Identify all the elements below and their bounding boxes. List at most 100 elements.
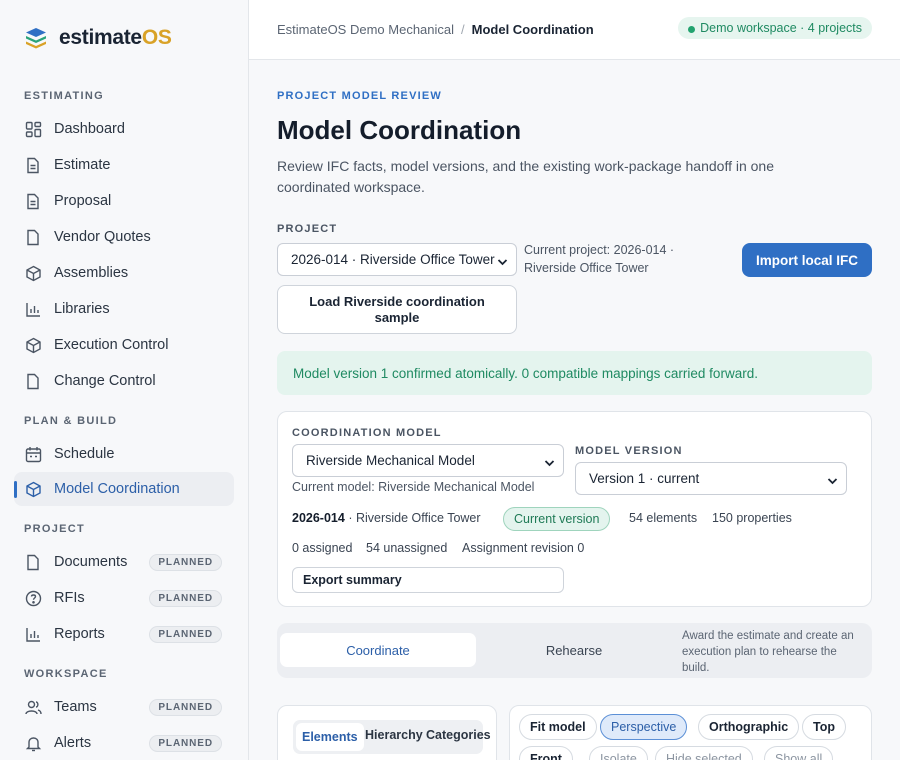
element-browser-panel: Elements Hierarchy Categories [277,705,497,760]
front-view-button[interactable]: Front [519,746,573,760]
document-icon [24,192,42,210]
section-project: PROJECT [24,523,86,535]
bar-chart-icon [24,300,42,318]
sidebar-item-estimate[interactable]: Estimate [14,148,234,182]
sidebar-item-proposal[interactable]: Proposal [14,184,234,218]
dashboard-icon [24,120,42,138]
export-summary-button[interactable]: Export summary [292,567,564,593]
workspace-status-badge: Demo workspace · 4 projects [678,17,872,39]
page-description: Review IFC facts, model versions, and th… [277,158,774,195]
sidebar-item-label: Schedule [54,446,115,462]
mode-tabs: Coordinate Rehearse Award the estimate a… [277,623,872,678]
tab-elements[interactable]: Elements [296,723,364,751]
sidebar-item-label: Vendor Quotes [54,229,151,245]
current-project-text: Current project: 2026-014 · Riverside Of… [524,243,675,275]
planned-badge: PLANNED [149,589,222,607]
sidebar-item-vendor-quotes[interactable]: Vendor Quotes [14,220,234,254]
sidebar-item-label: Alerts [54,735,92,751]
tab-hierarchy[interactable]: Hierarchy [365,728,423,742]
rehearse-hint: Award the estimate and create an executi… [682,630,854,674]
users-icon [24,698,42,716]
sidebar-item-schedule[interactable]: Schedule [14,437,234,471]
cube-icon [24,480,42,498]
page-title: Model Coordination [277,115,522,145]
planned-badge: PLANNED [149,734,222,752]
assigned-count: 0 assigned [292,541,353,555]
sidebar-item-label: Estimate [54,157,111,173]
sidebar-item-label: Dashboard [54,121,125,137]
main-content: PROJECT MODEL REVIEW Model Coordination … [249,60,900,760]
load-sample-button[interactable]: Load Riverside coordination sample [277,285,517,334]
sidebar-item-label: Change Control [54,373,156,389]
current-model-text: Current model: Riverside Mechanical Mode… [292,480,535,494]
sidebar-item-label: Reports [54,626,105,642]
unassigned-count: 54 unassigned [366,541,448,555]
sidebar-item-label: Documents [54,554,128,570]
breadcrumb-separator: / [461,22,465,37]
chevron-down-icon [544,456,555,471]
success-notice: Model version 1 confirmed atomically. 0 … [277,351,872,395]
sidebar-item-model-coordination[interactable]: Model Coordination [14,472,234,506]
fit-model-button[interactable]: Fit model [519,714,597,740]
planned-badge: PLANNED [149,698,222,716]
viewer-toolbar-panel: Fit model Perspective Orthographic Top F… [509,705,872,760]
logo-stack-icon [24,26,48,50]
sidebar-item-alerts[interactable]: Alerts PLANNED [14,726,234,760]
coordination-model-label: COORDINATION MODEL [292,427,442,439]
sidebar-item-documents[interactable]: Documents PLANNED [14,545,234,579]
sidebar-item-label: Teams [54,699,97,715]
sidebar-item-assemblies[interactable]: Assemblies [14,256,234,290]
orthographic-button[interactable]: Orthographic [698,714,800,740]
planned-badge: PLANNED [149,625,222,643]
sidebar-item-change-control[interactable]: Change Control [14,364,234,398]
cube-icon [24,264,42,282]
tab-categories[interactable]: Categories [426,728,491,742]
model-select-value: Riverside Mechanical Model [306,453,475,468]
sidebar: estimateOS ESTIMATING Dashboard Estimate… [0,0,249,760]
planned-badge: PLANNED [149,553,222,571]
browser-view-toggle: Elements Hierarchy Categories [293,720,491,754]
model-version-label: MODEL VERSION [575,445,683,457]
sidebar-item-teams[interactable]: Teams PLANNED [14,690,234,724]
chevron-down-icon [827,474,838,489]
bar-chart-icon [24,625,42,643]
property-count: 150 properties [712,511,792,525]
help-circle-icon [24,589,42,607]
sidebar-item-libraries[interactable]: Libraries [14,292,234,326]
sidebar-item-label: Libraries [54,301,110,317]
isolate-button[interactable]: Isolate [589,746,648,760]
perspective-button[interactable]: Perspective [600,714,688,740]
breadcrumb-parent[interactable]: EstimateOS Demo Mechanical [277,22,454,37]
top-view-button[interactable]: Top [802,714,846,740]
project-select[interactable]: 2026-014 · Riverside Office Tower [277,243,517,276]
project-label: PROJECT [277,223,338,235]
document-icon [24,156,42,174]
import-ifc-button[interactable]: Import local IFC [742,243,872,277]
hide-selected-button[interactable]: Hide selected [655,746,753,760]
section-estimating: ESTIMATING [24,90,105,102]
calendar-icon [24,445,42,463]
sidebar-item-label: Model Coordination [54,481,180,497]
tab-rehearse[interactable]: Rehearse [476,633,672,667]
tab-coordinate[interactable]: Coordinate [280,633,476,667]
cube-icon [24,336,42,354]
sidebar-item-label: Assemblies [54,265,129,281]
sidebar-item-rfis[interactable]: RFIs PLANNED [14,581,234,615]
coordination-model-select[interactable]: Riverside Mechanical Model [292,444,564,477]
sidebar-item-execution-control[interactable]: Execution Control [14,328,234,362]
bell-icon [24,734,42,752]
current-version-badge: Current version [503,507,611,531]
sidebar-item-reports[interactable]: Reports PLANNED [14,617,234,651]
project-identity: 2026-014 · Riverside Office Tower [292,511,481,525]
logo-text: estimateOS [59,26,172,49]
version-select-value: Version 1 · current [589,471,700,486]
model-version-select[interactable]: Version 1 · current [575,462,847,495]
section-workspace: WORKSPACE [24,668,108,680]
top-bar: EstimateOS Demo Mechanical / Model Coordin… [249,0,900,60]
show-all-button[interactable]: Show all [764,746,834,760]
breadcrumb: EstimateOS Demo Mechanical / Model Coordin… [277,22,594,37]
sidebar-item-label: Execution Control [54,337,169,353]
section-plan-build: PLAN & BUILD [24,415,118,427]
app-logo[interactable]: estimateOS [24,26,172,50]
sidebar-item-dashboard[interactable]: Dashboard [14,112,234,146]
